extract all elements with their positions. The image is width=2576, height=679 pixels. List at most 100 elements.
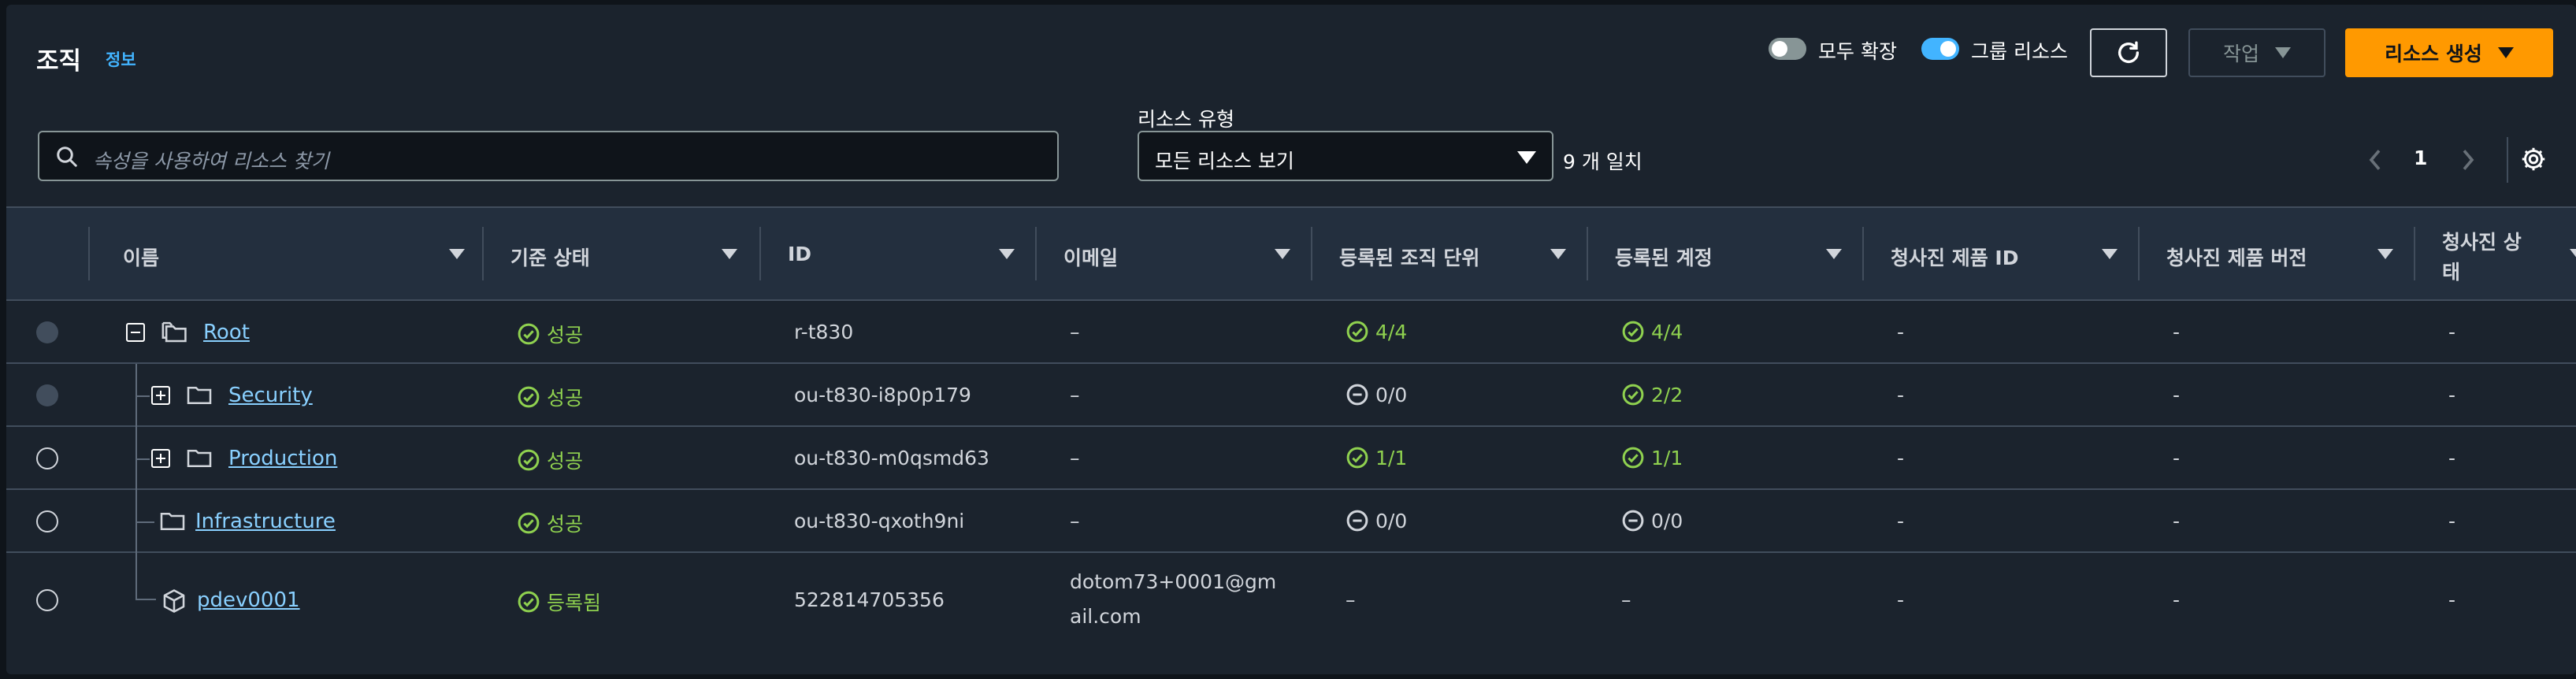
sort-icon[interactable] (1550, 249, 1566, 259)
collapse-icon[interactable] (126, 323, 145, 342)
email: – (1070, 510, 1080, 532)
row-radio[interactable] (36, 447, 58, 469)
check-circle-icon (518, 591, 540, 613)
table-row[interactable]: Root 성공 r-t830 – 4/4 4/4 - - - (6, 301, 2576, 364)
check-circle-icon (1346, 447, 1368, 469)
refresh-icon (2118, 41, 2140, 63)
current-page[interactable]: 1 (2414, 147, 2427, 169)
column-divider (482, 227, 484, 280)
resource-type-select[interactable]: 모든 리소스 보기 (1138, 131, 1553, 181)
column-header-blueprint-id[interactable]: 청사진 제품 ID (1862, 208, 2138, 299)
row-radio[interactable] (36, 589, 58, 611)
chevron-left-icon[interactable] (2366, 148, 2384, 172)
blueprint-version: - (2173, 588, 2181, 611)
expand-icon[interactable] (151, 386, 170, 405)
resource-link[interactable]: Infrastructure (195, 510, 336, 533)
column-header-baseline[interactable]: 기준 상태 (482, 208, 759, 299)
column-label: 등록된 계정 (1615, 247, 1713, 269)
column-header-name[interactable]: 이름 (88, 208, 490, 299)
sort-icon[interactable] (999, 249, 1015, 259)
refresh-button[interactable] (2090, 28, 2167, 77)
expand-icon[interactable] (151, 449, 170, 468)
table-row[interactable]: Infrastructure 성공 ou-t830-qxoth9ni – 0/0… (6, 490, 2576, 553)
sort-icon[interactable] (2102, 249, 2118, 259)
email: ail.com (1070, 605, 1141, 628)
chevron-right-icon[interactable] (2459, 148, 2477, 172)
pager-divider (2507, 137, 2508, 183)
blueprint-id: - (1897, 384, 1905, 406)
chevron-down-icon (2497, 47, 2514, 58)
resource-link[interactable]: pdev0001 (197, 588, 300, 612)
resource-id: r-t830 (794, 321, 854, 343)
sort-icon[interactable] (2377, 249, 2393, 259)
count-text: 0/0 (1651, 509, 1683, 532)
check-circle-icon (1622, 447, 1644, 469)
column-label: 등록된 조직 단위 (1339, 247, 1480, 269)
column-header-id[interactable]: ID (759, 208, 1035, 299)
column-divider (88, 227, 90, 280)
column-divider (1862, 227, 1864, 280)
folder-icon (161, 321, 187, 343)
column-label: 기준 상태 (510, 247, 590, 269)
tree-line (135, 521, 154, 523)
check-circle-icon (518, 323, 540, 345)
email: dotom73+0001@gm (1070, 570, 1277, 593)
create-resource-label: 리소스 생성 (2385, 43, 2482, 65)
info-link[interactable]: 정보 (106, 47, 136, 71)
gear-icon[interactable] (2519, 145, 2548, 173)
table-row[interactable]: Security 성공 ou-t830-i8p0p179 – 0/0 2/2 -… (6, 364, 2576, 427)
check-circle-icon (518, 512, 540, 534)
row-radio (36, 384, 58, 406)
column-header-email[interactable]: 이메일 (1035, 208, 1311, 299)
sort-icon[interactable] (449, 249, 465, 259)
resource-id: ou-t830-i8p0p179 (794, 384, 971, 406)
sort-icon[interactable] (2570, 249, 2576, 259)
search-icon (57, 147, 77, 167)
tree-line (135, 395, 150, 397)
resource-link[interactable]: Security (228, 384, 313, 407)
page-title: 조직 (36, 47, 82, 76)
blueprint-status: - (2448, 447, 2456, 469)
folder-icon (160, 512, 185, 531)
table-row[interactable]: Production 성공 ou-t830-m0qsmd63 – 1/1 1/1… (6, 427, 2576, 490)
minus-circle-icon (1622, 510, 1644, 532)
column-header-blueprint-status[interactable]: 청사진 상 태 (2414, 208, 2576, 299)
column-header-registered-accounts[interactable]: 등록된 계정 (1587, 208, 1862, 299)
registered-accounts: 1/1 (1621, 446, 1683, 469)
sort-icon[interactable] (1826, 249, 1842, 259)
baseline-status: 성공 (517, 320, 583, 348)
status-text: 성공 (547, 324, 584, 347)
resource-link[interactable]: Root (203, 321, 250, 344)
organization-panel: 조직 정보 모두 확장 그룹 리소스 작업 리소스 생성 속성을 사용하여 리소… (6, 5, 2576, 674)
minus-circle-icon (1346, 510, 1368, 532)
folder-icon (187, 386, 212, 405)
search-placeholder: 속성을 사용하여 리소스 찾기 (93, 150, 329, 173)
table-row[interactable]: pdev0001 등록됨 522814705356 dotom73+0001@g… (6, 553, 2576, 647)
sort-icon[interactable] (1275, 249, 1290, 259)
registered-accounts: – (1621, 588, 1631, 611)
expand-all-toggle[interactable] (1769, 38, 1806, 60)
count-text: 4/4 (1375, 320, 1408, 343)
baseline-status: 성공 (517, 446, 583, 474)
group-resources-toggle[interactable] (1921, 38, 1959, 60)
registered-accounts: 4/4 (1621, 320, 1683, 343)
blueprint-id: - (1897, 510, 1905, 532)
sort-icon[interactable] (722, 249, 737, 259)
blueprint-version: - (2173, 384, 2181, 406)
row-radio[interactable] (36, 510, 58, 532)
column-header-registered-ous[interactable]: 등록된 조직 단위 (1311, 208, 1587, 299)
blueprint-status: - (2448, 321, 2456, 343)
search-input[interactable]: 속성을 사용하여 리소스 찾기 (38, 131, 1059, 181)
create-resource-button[interactable]: 리소스 생성 (2345, 28, 2553, 77)
folder-icon (187, 449, 212, 468)
check-circle-icon (1622, 384, 1644, 406)
actions-label: 작업 (2222, 43, 2259, 65)
tree-line (135, 458, 150, 460)
status-text: 성공 (547, 387, 584, 410)
actions-button[interactable]: 작업 (2188, 28, 2325, 77)
blueprint-version: - (2173, 510, 2181, 532)
resource-link[interactable]: Production (228, 447, 337, 470)
tree-line (135, 599, 156, 600)
status-text: 등록됨 (547, 592, 602, 614)
column-header-blueprint-version[interactable]: 청사진 제품 버전 (2138, 208, 2414, 299)
